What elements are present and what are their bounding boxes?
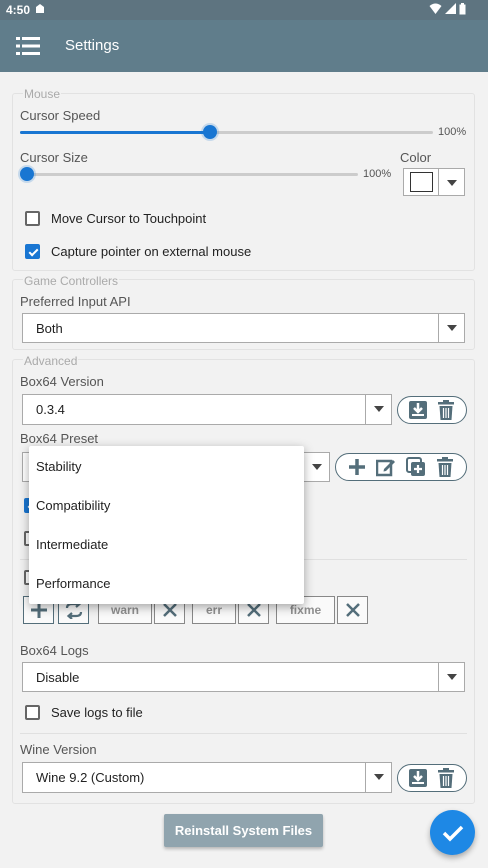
- cursor-size-value: 100%: [363, 168, 392, 180]
- add-icon[interactable]: [346, 456, 368, 478]
- slider-track: [20, 173, 358, 176]
- duplicate-icon[interactable]: [405, 456, 427, 478]
- box64-preset-actions: [335, 453, 467, 481]
- trash-icon[interactable]: [435, 399, 457, 421]
- reinstall-system-files-button[interactable]: Reinstall System Files: [164, 814, 323, 847]
- preferred-input-api-label: Preferred Input API: [20, 294, 131, 309]
- trash-icon[interactable]: [435, 767, 457, 789]
- mouse-legend: Mouse: [23, 87, 62, 101]
- checkbox-box[interactable]: [25, 244, 40, 259]
- cursor-speed-label: Cursor Speed: [20, 108, 101, 123]
- cursor-size-slider[interactable]: [20, 165, 358, 183]
- wifi-icon: [429, 3, 442, 14]
- capture-pointer-checkbox[interactable]: Capture pointer on external mouse: [25, 244, 251, 259]
- trash-icon[interactable]: [434, 456, 456, 478]
- system-icons: [429, 3, 466, 15]
- select-value: Both: [36, 321, 63, 336]
- slider-thumb[interactable]: [203, 125, 217, 139]
- preset-dropdown-menu: Stability Compatibility Intermediate Per…: [29, 446, 304, 604]
- signal-icon: [445, 3, 456, 14]
- remove-log-tag-button[interactable]: [337, 596, 368, 624]
- checkmark-icon: [442, 825, 463, 841]
- chevron-down-icon: [365, 395, 391, 424]
- preferred-input-api-select[interactable]: Both: [22, 313, 465, 343]
- game-controllers-legend: Game Controllers: [23, 274, 120, 288]
- color-swatch: [410, 172, 433, 192]
- box64-logs-label: Box64 Logs: [20, 643, 89, 658]
- box64-version-label: Box64 Version: [20, 374, 104, 389]
- checkbox-box[interactable]: [25, 705, 40, 720]
- preset-option-compatibility[interactable]: Compatibility: [36, 498, 110, 513]
- move-cursor-checkbox[interactable]: Move Cursor to Touchpoint: [25, 211, 206, 226]
- save-logs-label: Save logs to file: [51, 705, 143, 720]
- chevron-down-icon: [438, 169, 464, 195]
- edit-icon[interactable]: [375, 456, 397, 478]
- page-title: Settings: [65, 37, 120, 54]
- move-cursor-label: Move Cursor to Touchpoint: [51, 211, 207, 226]
- preset-option-stability[interactable]: Stability: [36, 459, 82, 474]
- download-notification-icon: [35, 3, 45, 17]
- cursor-speed-value: 100%: [438, 126, 467, 138]
- color-picker[interactable]: [403, 168, 465, 196]
- slider-thumb[interactable]: [20, 167, 34, 181]
- status-time: 4:50: [6, 3, 31, 17]
- status-bar: 4:50: [0, 0, 488, 20]
- menu-icon[interactable]: [16, 35, 40, 57]
- install-icon[interactable]: [407, 767, 429, 789]
- install-icon[interactable]: [407, 399, 429, 421]
- advanced-legend: Advanced: [23, 354, 79, 368]
- app-bar: Settings: [0, 20, 488, 72]
- slider-fill: [20, 131, 210, 134]
- capture-pointer-label: Capture pointer on external mouse: [51, 244, 252, 259]
- chevron-down-icon: [438, 314, 464, 342]
- log-tag-label: err: [205, 603, 222, 617]
- confirm-fab[interactable]: [430, 810, 475, 855]
- select-value: Wine 9.2 (Custom): [36, 770, 145, 785]
- box64-version-select[interactable]: 0.3.4: [22, 394, 392, 425]
- chevron-down-icon: [303, 453, 329, 481]
- select-value: Disable: [36, 670, 80, 685]
- divider: [20, 733, 467, 734]
- select-value: 0.3.4: [36, 402, 65, 417]
- log-tag-label: warn: [110, 603, 139, 617]
- cursor-size-label: Cursor Size: [20, 150, 88, 165]
- wine-version-select[interactable]: Wine 9.2 (Custom): [22, 762, 392, 793]
- wine-version-actions: [397, 764, 467, 792]
- box64-version-actions: [397, 396, 467, 424]
- chevron-down-icon: [438, 663, 464, 691]
- close-icon: [246, 603, 261, 617]
- battery-icon: [459, 3, 466, 15]
- color-label: Color: [400, 150, 432, 165]
- box64-preset-label: Box64 Preset: [20, 431, 99, 446]
- preset-option-intermediate[interactable]: Intermediate: [36, 537, 108, 552]
- close-icon: [345, 603, 360, 617]
- box64-logs-select[interactable]: Disable: [22, 662, 465, 692]
- wine-version-label: Wine Version: [20, 742, 97, 757]
- chevron-down-icon: [365, 763, 391, 792]
- checkbox-box[interactable]: [25, 211, 40, 226]
- close-icon: [162, 603, 177, 617]
- cursor-speed-slider[interactable]: [20, 123, 433, 141]
- save-logs-checkbox[interactable]: Save logs to file: [25, 705, 143, 720]
- log-tag-label: fixme: [289, 603, 322, 617]
- preset-option-performance[interactable]: Performance: [36, 576, 110, 591]
